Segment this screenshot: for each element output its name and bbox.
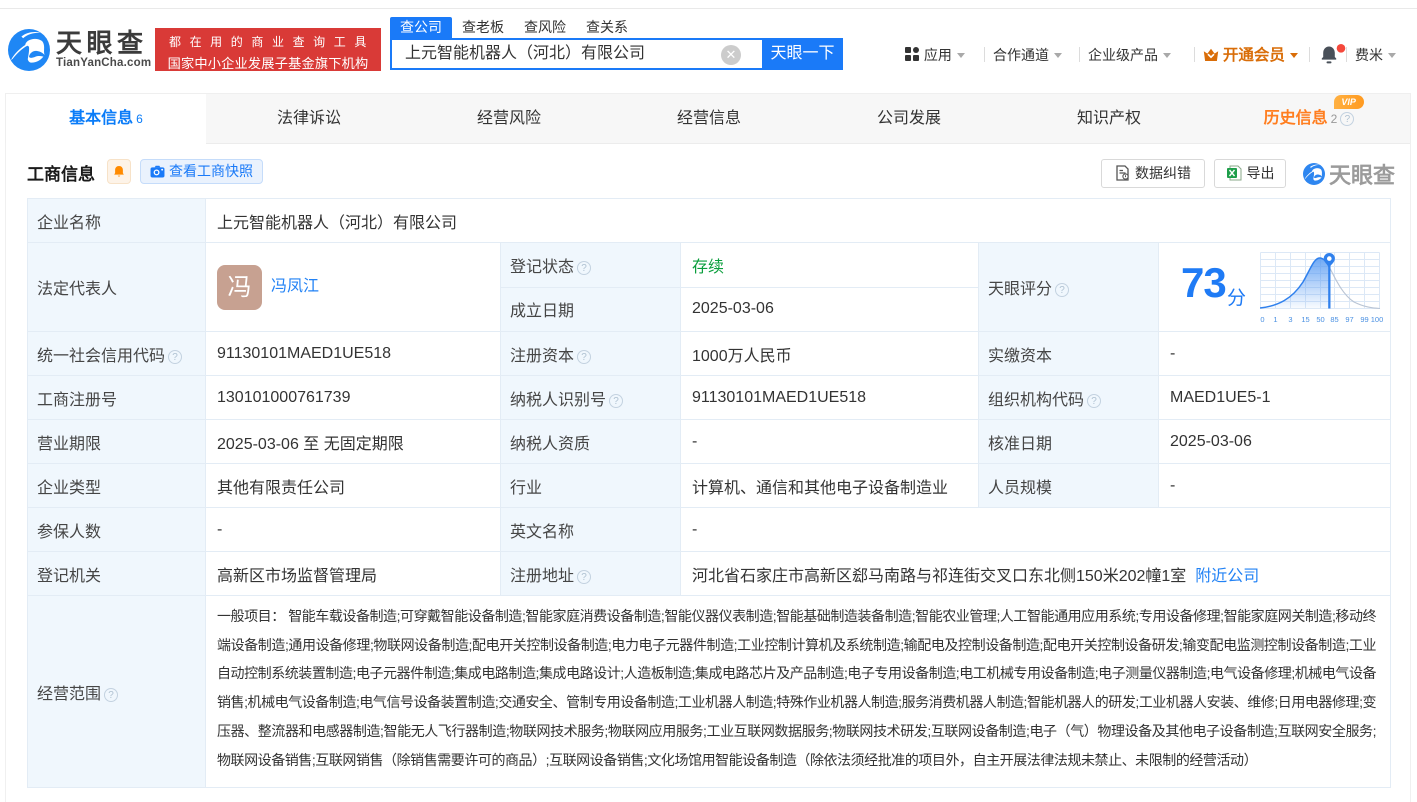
svg-text:3: 3 [1288, 315, 1292, 324]
svg-text:85: 85 [1330, 315, 1338, 324]
svg-text:100: 100 [1371, 315, 1384, 324]
svg-text:99: 99 [1360, 315, 1368, 324]
svg-text:0: 0 [1260, 315, 1264, 324]
svg-text:50: 50 [1316, 315, 1324, 324]
svg-text:97: 97 [1345, 315, 1353, 324]
svg-text:1: 1 [1273, 315, 1277, 324]
svg-text:天眼查: 天眼查 [1329, 163, 1395, 186]
svg-text:15: 15 [1301, 315, 1309, 324]
